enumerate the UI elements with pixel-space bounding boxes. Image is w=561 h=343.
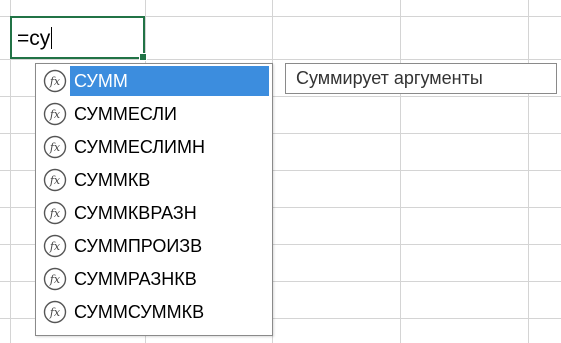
active-cell[interactable]: =су [10, 16, 147, 61]
function-icon: fx [43, 135, 67, 159]
function-tooltip: Суммирует аргументы [285, 63, 557, 94]
autocomplete-item[interactable]: fx СУММЕСЛИ [39, 99, 269, 129]
autocomplete-item-label: СУММЕСЛИМН [74, 137, 205, 157]
autocomplete-item-label: СУММКВРАЗН [74, 203, 197, 223]
grid-column-line [528, 0, 529, 343]
svg-text:fx: fx [49, 207, 61, 220]
svg-text:fx: fx [49, 75, 61, 88]
svg-text:fx: fx [49, 240, 61, 253]
autocomplete-item[interactable]: fx СУММКВРАЗН [39, 198, 269, 228]
text-caret [51, 27, 53, 49]
grid-column-line [400, 0, 401, 343]
svg-text:fx: fx [49, 108, 61, 121]
svg-text:fx: fx [49, 174, 61, 187]
autocomplete-item-label: СУММПРОИЗВ [74, 236, 203, 256]
autocomplete-item[interactable]: fx СУММ [39, 66, 269, 96]
cell-formula-text[interactable]: =су [17, 27, 53, 51]
function-icon: fx [43, 69, 67, 93]
tooltip-text: Суммирует аргументы [296, 68, 483, 88]
function-icon: fx [43, 234, 67, 258]
autocomplete-item-label: СУММЕСЛИ [74, 104, 177, 124]
function-icon: fx [43, 201, 67, 225]
function-icon: fx [43, 168, 67, 192]
svg-text:fx: fx [49, 306, 61, 319]
grid-row-line [0, 59, 561, 60]
autocomplete-item[interactable]: fx СУММЕСЛИМН [39, 132, 269, 162]
function-autocomplete-list[interactable]: fx СУММ fx СУММЕСЛИ fx СУММЕСЛИМН fx СУМ… [35, 63, 273, 336]
svg-text:fx: fx [49, 141, 61, 154]
autocomplete-item-label: СУММРАЗНКВ [74, 269, 197, 289]
function-icon: fx [43, 267, 67, 291]
function-icon: fx [43, 300, 67, 324]
autocomplete-item[interactable]: fx СУММКВ [39, 165, 269, 195]
cell-formula-value: =су [17, 27, 51, 50]
autocomplete-item-label: СУММ [70, 66, 269, 96]
fill-handle[interactable] [139, 53, 147, 61]
autocomplete-item[interactable]: fx СУММСУММКВ [39, 297, 269, 327]
autocomplete-item[interactable]: fx СУММРАЗНКВ [39, 264, 269, 294]
autocomplete-item-label: СУММКВ [74, 170, 151, 190]
function-icon: fx [43, 102, 67, 126]
autocomplete-item[interactable]: fx СУММПРОИЗВ [39, 231, 269, 261]
svg-text:fx: fx [49, 273, 61, 286]
autocomplete-item-label: СУММСУММКВ [74, 302, 205, 322]
